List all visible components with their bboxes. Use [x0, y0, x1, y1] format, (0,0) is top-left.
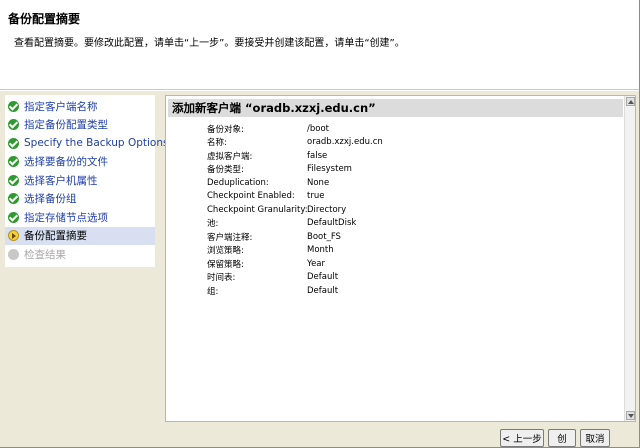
step-label: 选择备份组	[24, 193, 77, 206]
summary-value: Year	[307, 258, 325, 269]
summary-value: true	[307, 191, 325, 202]
step-label: 指定备份配置类型	[24, 119, 108, 132]
check-icon	[8, 156, 19, 168]
scroll-up-arrow-icon[interactable]	[626, 97, 635, 106]
check-icon	[8, 174, 19, 186]
step-item-pending: 检查结果	[5, 245, 155, 264]
check-icon	[8, 193, 19, 205]
wizard-buttons: < 上一步 创 取消	[500, 429, 610, 447]
summary-key: 名称:	[207, 138, 227, 149]
summary-value: Default	[307, 272, 339, 283]
summary-value: None	[307, 177, 330, 188]
step-item[interactable]: Specify the Backup Options	[5, 134, 168, 153]
summary-row: 时间表: Default	[207, 271, 383, 285]
summary-row: 池: DefaultDisk	[207, 217, 383, 231]
summary-value: Filesystem	[307, 164, 352, 175]
summary-heading: 添加新客户端 “oradb.xzxj.edu.cn”	[168, 99, 623, 117]
summary-value: Default	[307, 285, 339, 296]
summary-key: Checkpoint Enabled:	[207, 191, 295, 202]
cancel-button[interactable]: 取消	[580, 429, 610, 447]
previous-button[interactable]: < 上一步	[500, 429, 544, 447]
summary-list: 备份对象: /boot 名称: oradb.xzxj.edu.cn 虚拟客户端:…	[207, 122, 383, 298]
backup-wizard-window: 备份配置摘要 查看配置摘要。要修改此配置，请单击“上一步”。要接受并创建该配置，…	[0, 0, 640, 448]
check-icon	[8, 137, 19, 149]
summary-key: 浏览策略:	[207, 246, 244, 257]
step-item[interactable]: 指定存储节点选项	[5, 208, 155, 227]
summary-row: 客户端注释: Boot_FS	[207, 230, 383, 244]
page-subtitle: 查看配置摘要。要修改此配置，请单击“上一步”。要接受并创建该配置，请单击“创建”…	[14, 38, 405, 49]
pending-step-icon	[8, 248, 19, 260]
summary-row: Deduplication: None	[207, 176, 383, 190]
step-label: 指定存储节点选项	[24, 211, 108, 224]
summary-key: 保留策略:	[207, 259, 244, 270]
wizard-body: 指定客户端名称 指定备份配置类型 Specify the Backup Opti…	[0, 91, 639, 447]
summary-row: 浏览策略: Month	[207, 244, 383, 258]
step-label: 检查结果	[24, 248, 66, 261]
summary-row: 保留策略: Year	[207, 257, 383, 271]
summary-key: 时间表:	[207, 273, 236, 284]
step-label: 选择要备份的文件	[24, 156, 108, 169]
wizard-header: 备份配置摘要 查看配置摘要。要修改此配置，请单击“上一步”。要接受并创建该配置，…	[0, 0, 639, 90]
check-icon	[8, 211, 19, 223]
summary-key: 虚拟客户端:	[207, 151, 253, 162]
summary-row: 备份类型: Filesystem	[207, 163, 383, 177]
summary-key: 客户端注释:	[207, 232, 253, 243]
check-icon	[8, 100, 19, 112]
summary-scrollbar[interactable]	[624, 96, 635, 421]
summary-row: Checkpoint Granularity: Directory	[207, 203, 383, 217]
summary-row: 备份对象: /boot	[207, 122, 383, 136]
summary-value: Month	[307, 245, 334, 256]
summary-key: 备份对象:	[207, 124, 244, 135]
current-step-arrow-icon	[8, 230, 19, 242]
summary-value: false	[307, 150, 328, 161]
summary-key: 池:	[207, 219, 219, 230]
page-title: 备份配置摘要	[8, 12, 81, 26]
scroll-down-arrow-icon[interactable]	[626, 411, 635, 420]
summary-row: 名称: oradb.xzxj.edu.cn	[207, 136, 383, 150]
summary-key: 组:	[207, 286, 219, 297]
summary-key: Checkpoint Granularity:	[207, 204, 308, 215]
wizard-steps-nav: 指定客户端名称 指定备份配置类型 Specify the Backup Opti…	[5, 95, 168, 267]
step-label: 指定客户端名称	[24, 100, 98, 113]
step-label: 选择客户机属性	[24, 174, 98, 187]
summary-key: Deduplication:	[207, 177, 269, 188]
summary-value: oradb.xzxj.edu.cn	[307, 137, 383, 148]
summary-value: Directory	[307, 204, 347, 215]
summary-value: /boot	[307, 123, 329, 134]
step-item[interactable]: 选择备份组	[5, 190, 155, 209]
summary-row: Checkpoint Enabled: true	[207, 190, 383, 204]
summary-key: 备份类型:	[207, 165, 244, 176]
summary-value: Boot_FS	[307, 231, 341, 242]
step-item[interactable]: 选择客户机属性	[5, 171, 155, 190]
summary-row: 组: Default	[207, 284, 383, 298]
check-icon	[8, 119, 19, 131]
summary-value: DefaultDisk	[307, 218, 357, 229]
create-button[interactable]: 创	[548, 429, 576, 447]
summary-panel: 添加新客户端 “oradb.xzxj.edu.cn” 备份对象: /boot 名…	[165, 95, 636, 422]
step-label: 备份配置摘要	[24, 230, 87, 243]
step-item-current[interactable]: 备份配置摘要	[5, 226, 155, 245]
step-item[interactable]: 选择要备份的文件	[5, 153, 155, 172]
step-item[interactable]: 指定备份配置类型	[5, 116, 155, 135]
summary-row: 虚拟客户端: false	[207, 149, 383, 163]
step-item[interactable]: 指定客户端名称	[5, 97, 155, 116]
step-label: Specify the Backup Options	[24, 137, 169, 150]
